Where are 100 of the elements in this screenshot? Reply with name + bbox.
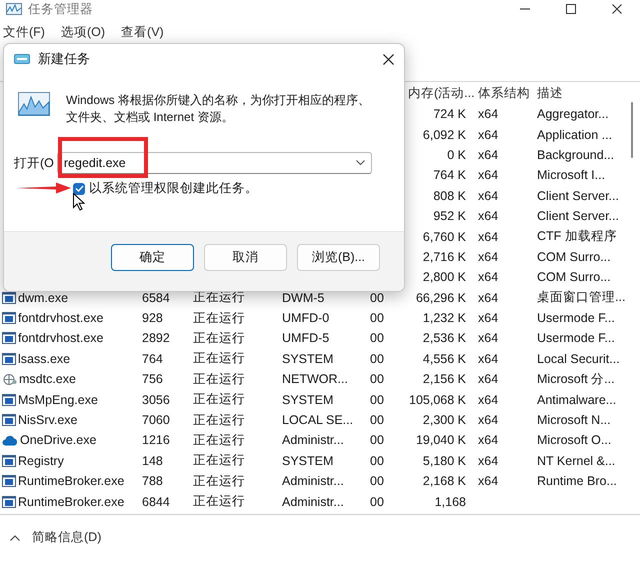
architecture-cell-text: x64 bbox=[477, 290, 500, 305]
process-name: msdtc.exe bbox=[19, 372, 76, 386]
description-cell-text: NT Kernel &... bbox=[536, 454, 616, 468]
architecture-cell-text: x64 bbox=[477, 270, 500, 284]
status-cell-text: 正在运行 bbox=[192, 370, 246, 388]
check-icon bbox=[74, 185, 84, 192]
window-icon bbox=[2, 414, 16, 426]
description-cell-text: Local Securit... bbox=[536, 352, 621, 366]
user-cell-text: Administr... bbox=[281, 494, 345, 509]
architecture-cell-text: x64 bbox=[477, 352, 500, 366]
memory-cell-text: 1,232 K bbox=[422, 311, 467, 326]
dialog-message: Windows 将根据你所键入的名称，为你打开相应的程序、文件夹、文档或 Internet 资源。 bbox=[66, 92, 372, 126]
memory-cell-text: 1,168 bbox=[434, 494, 467, 509]
status-cell-text: 正在运行 bbox=[192, 432, 246, 449]
pid-cell-text: 3056 bbox=[141, 392, 171, 407]
window-icon bbox=[2, 352, 16, 365]
maximize-icon bbox=[566, 4, 576, 14]
ok-button[interactable]: 确定 bbox=[111, 244, 194, 271]
status-cell-text: 正在运行 bbox=[192, 391, 246, 408]
menu-item[interactable]: 查看(V) bbox=[120, 24, 165, 44]
window-icon bbox=[2, 454, 16, 467]
window-icon bbox=[2, 394, 16, 406]
user-cell-text: UMFD-0 bbox=[281, 311, 330, 326]
pid-cell-text: 928 bbox=[141, 311, 164, 326]
process-name: RuntimeBroker.exe bbox=[18, 474, 124, 488]
status-cell-text: 正在运行 bbox=[192, 350, 246, 368]
memory-cell-text: 2,716 K bbox=[422, 250, 467, 264]
memory-cell-text: 0 K bbox=[446, 148, 467, 162]
network-icon bbox=[2, 372, 17, 386]
cpu-cell-text: 00 bbox=[369, 311, 385, 326]
pid-cell-text: 6584 bbox=[141, 290, 171, 305]
memory-cell-text: 6,092 K bbox=[422, 128, 467, 142]
user-cell-text: SYSTEM bbox=[281, 352, 334, 366]
architecture-cell-text: x64 bbox=[477, 392, 500, 407]
pid-cell-text: 764 bbox=[141, 352, 164, 366]
command-combo-field[interactable]: regedit.exe bbox=[56, 152, 372, 174]
pid-cell-text: 6844 bbox=[141, 494, 171, 509]
description-cell-text: Application ... bbox=[536, 128, 614, 142]
status-cell-text: 正在运行 bbox=[192, 493, 246, 510]
process-name: RuntimeBroker.exe bbox=[18, 494, 124, 509]
cpu-cell-text: 00 bbox=[369, 413, 385, 428]
window-icon bbox=[2, 475, 16, 488]
memory-cell-text: 2,536 K bbox=[422, 331, 467, 346]
description-cell-text: Antimalware... bbox=[536, 392, 618, 407]
architecture-cell-text: x64 bbox=[477, 474, 500, 488]
description-cell-text: COM Surro... bbox=[536, 270, 612, 284]
memory-cell-text: 764 K bbox=[432, 168, 467, 182]
cloud-icon bbox=[2, 434, 18, 446]
architecture-cell-text: x64 bbox=[477, 311, 500, 326]
pid-cell-text: 1216 bbox=[141, 433, 171, 448]
memory-cell-text: 2,800 K bbox=[422, 270, 467, 284]
cpu-cell-text: 00 bbox=[369, 372, 385, 386]
checkbox[interactable] bbox=[73, 182, 85, 194]
fewer-details-button[interactable]: 简略信息(D) bbox=[32, 529, 102, 546]
architecture-cell-text: x64 bbox=[477, 250, 500, 264]
status-cell-text: 正在运行 bbox=[192, 452, 246, 470]
memory-cell-text: 4,556 K bbox=[422, 352, 467, 366]
pid-cell-text: 788 bbox=[141, 474, 164, 488]
app-icon bbox=[14, 54, 30, 64]
browse-button[interactable]: 浏览(B)... bbox=[297, 244, 380, 271]
process-name: Registry bbox=[18, 454, 64, 468]
description-cell-text: Usermode F... bbox=[536, 311, 616, 326]
description-cell-text: Client Server... bbox=[536, 209, 620, 224]
cpu-cell-text: 00 bbox=[369, 494, 385, 509]
close-icon bbox=[612, 4, 622, 14]
memory-cell-text: 5,180 K bbox=[422, 454, 467, 468]
process-name: fontdrvhost.exe bbox=[18, 311, 104, 326]
description-cell-text: Microsoft N... bbox=[536, 413, 612, 428]
window-icon bbox=[2, 312, 16, 324]
architecture-cell-text: x64 bbox=[477, 372, 500, 386]
architecture-cell-text: x64 bbox=[477, 230, 500, 244]
memory-cell-text: 19,040 K bbox=[414, 433, 467, 448]
pid-cell-text: 756 bbox=[141, 372, 164, 386]
performance-chart-icon bbox=[18, 92, 50, 116]
process-name: lsass.exe bbox=[18, 352, 70, 366]
user-cell-text: NETWOR... bbox=[281, 372, 349, 386]
description-cell-text: Client Server... bbox=[536, 188, 620, 203]
cpu-cell-text: 00 bbox=[369, 474, 385, 488]
description-cell-text: Microsoft 分... bbox=[536, 370, 616, 388]
memory-cell-text: 2,156 K bbox=[422, 372, 467, 386]
chevron-up-icon bbox=[10, 534, 20, 540]
user-cell-text: SYSTEM bbox=[281, 392, 334, 407]
user-cell-text: LOCAL SE... bbox=[281, 413, 354, 428]
window-icon bbox=[2, 496, 16, 508]
architecture-cell-text: x64 bbox=[477, 188, 500, 203]
menu-item[interactable]: 文件(F) bbox=[2, 24, 46, 44]
memory-cell-text: 724 K bbox=[432, 107, 467, 122]
architecture-cell-text: x64 bbox=[477, 209, 500, 224]
cancel-button[interactable]: 取消 bbox=[204, 244, 287, 271]
memory-cell-text: 808 K bbox=[432, 188, 467, 203]
description-cell-text: Runtime Bro... bbox=[536, 474, 618, 488]
status-cell-text: 正在运行 bbox=[192, 330, 246, 347]
menu-item[interactable]: 选项(O) bbox=[60, 24, 106, 44]
column-header[interactable]: 描述 bbox=[535, 84, 630, 102]
chevron-down-icon bbox=[356, 160, 365, 166]
mouse-cursor-icon bbox=[73, 193, 85, 211]
cpu-cell-text: 00 bbox=[369, 331, 385, 346]
architecture-cell-text: x64 bbox=[477, 168, 500, 182]
cpu-cell-text: 00 bbox=[369, 454, 385, 468]
memory-cell-text: 952 K bbox=[432, 209, 467, 224]
